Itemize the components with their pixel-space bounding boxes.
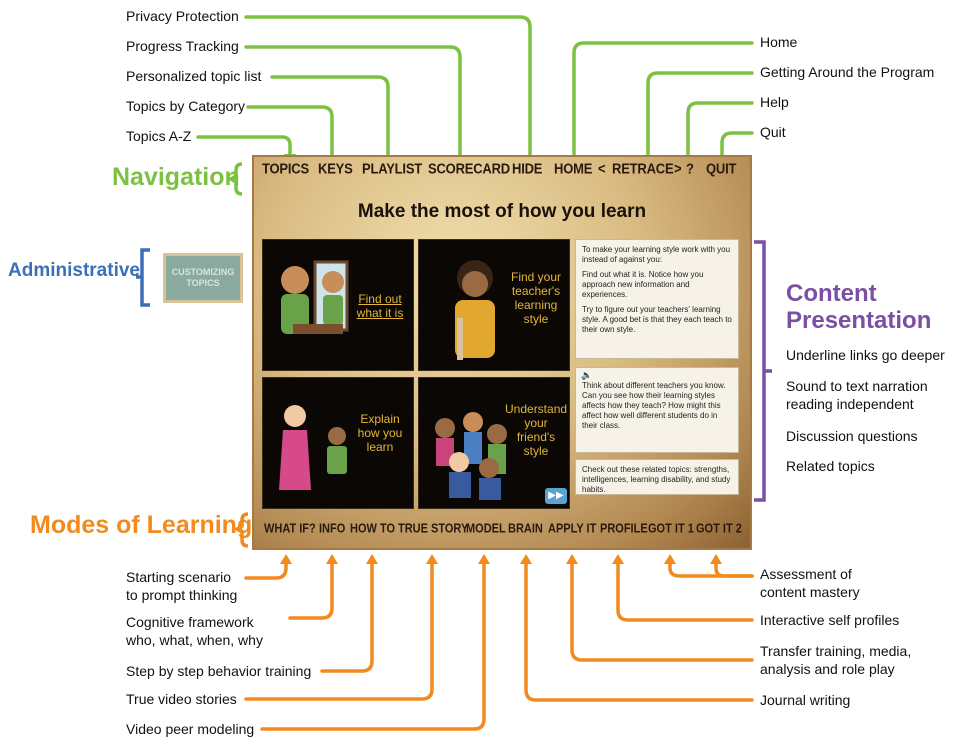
label-progress-tracking: Progress Tracking — [126, 38, 239, 54]
intro-text-3: Try to figure out your teachers' learnin… — [582, 305, 732, 334]
nav-back-arrow[interactable]: < — [598, 160, 606, 177]
page-title: Make the most of how you learn — [357, 201, 647, 222]
mode-whatif-button[interactable]: WHAT IF? — [264, 522, 316, 536]
nav-hide-button[interactable]: HIDE — [512, 160, 542, 177]
mode-profile-button[interactable]: PROFILE — [600, 522, 648, 536]
explain-text: Explain how you learn — [357, 412, 403, 454]
label-home: Home — [760, 34, 798, 50]
label-topics-by-category: Topics by Category — [126, 98, 246, 114]
label-assessment-1: Assessment of — [760, 566, 852, 582]
intro-text-2: Find out what it is. Notice how you appr… — [582, 270, 704, 299]
section-content-presentation: Content Presentation — [786, 280, 932, 334]
customizing-topics-button[interactable]: CUSTOMIZING TOPICS — [163, 253, 243, 303]
nav-scorecard-button[interactable]: SCORECARD — [428, 160, 510, 177]
section-modes-of-learning: Modes of Learning — [30, 511, 253, 539]
label-topics-a-z: Topics A-Z — [126, 128, 192, 144]
nav-retrace-button[interactable]: RETRACE — [612, 160, 674, 177]
label-privacy-protection: Privacy Protection — [126, 8, 239, 24]
panel-friend-style[interactable]: Understand your friend's style ▶▶ — [418, 377, 570, 509]
mode-truestory-button[interactable]: TRUE STORY — [398, 522, 468, 536]
label-starting-scenario-1: Starting scenario — [126, 569, 232, 585]
mode-gotit1-button[interactable]: GOT IT 1 — [648, 522, 694, 536]
label-step-by-step: Step by step behavior training — [126, 663, 312, 679]
nav-bar: TOPICS KEYS PLAYLIST SCORECARD HIDE HOME… — [252, 160, 752, 185]
modes-bar: WHAT IF? INFO HOW TO TRUE STORY MODEL BR… — [252, 520, 752, 544]
label-sound-narration-2: reading independent — [786, 396, 914, 412]
section-administrative: Administrative — [8, 260, 140, 281]
label-related-topics: Related topics — [786, 458, 875, 474]
section-navigation: Navigation — [112, 163, 240, 191]
label-help: Help — [760, 94, 789, 110]
nav-quit-button[interactable]: QUIT — [706, 160, 736, 177]
app-window: TOPICS KEYS PLAYLIST SCORECARD HIDE HOME… — [252, 155, 752, 550]
intro-text-1: To make your learning style work with yo… — [582, 245, 731, 264]
label-cognitive-2: who, what, when, why — [126, 632, 263, 648]
mode-howto-button[interactable]: HOW TO — [350, 522, 395, 536]
teacher-style-text: Find your teacher's learning style — [510, 270, 562, 326]
intro-textbox: To make your learning style work with yo… — [575, 239, 739, 359]
label-assessment-2: content mastery — [760, 584, 860, 600]
panel-teacher-style[interactable]: Find your teacher's learning style — [418, 239, 570, 371]
link-find-out[interactable]: Find out what it is — [351, 292, 409, 320]
mode-model-button[interactable]: MODEL — [466, 522, 506, 536]
discussion-textbox[interactable]: 🔈 Think about different teachers you kno… — [575, 367, 739, 453]
mode-info-button[interactable]: INFO — [319, 522, 345, 536]
related-text[interactable]: Check out these related topics: strength… — [582, 465, 732, 495]
next-arrow-button[interactable]: ▶▶ — [545, 488, 567, 504]
nav-topics-button[interactable]: TOPICS — [262, 160, 309, 177]
friend-style-text: Understand your friend's style — [505, 402, 568, 458]
label-self-profiles: Interactive self profiles — [760, 612, 900, 628]
label-personalized-topic-list: Personalized topic list — [126, 68, 262, 84]
nav-playlist-button[interactable]: PLAYLIST — [362, 160, 422, 177]
label-discussion-questions: Discussion questions — [786, 428, 918, 444]
label-underline-links: Underline links go deeper — [786, 347, 945, 363]
mode-gotit2-button[interactable]: GOT IT 2 — [696, 522, 742, 536]
label-transfer-2: analysis and role play — [760, 661, 895, 677]
panel-explain[interactable]: Explain how you learn — [262, 377, 414, 509]
mode-applyit-button[interactable]: APPLY IT — [548, 522, 596, 536]
mode-brain-button[interactable]: BRAIN — [508, 522, 543, 536]
nav-help-button[interactable]: ? — [686, 160, 694, 177]
label-journal-writing: Journal writing — [760, 692, 851, 708]
label-video-peer: Video peer modeling — [126, 721, 255, 737]
nav-keys-button[interactable]: KEYS — [318, 160, 353, 177]
discussion-text: Think about different teachers you know.… — [582, 381, 726, 430]
nav-home-button[interactable]: HOME — [554, 160, 592, 177]
nav-forward-arrow[interactable]: > — [674, 160, 682, 177]
label-sound-narration-1: Sound to text narration — [786, 378, 928, 394]
label-true-video: True video stories — [126, 691, 237, 707]
customizing-topics-label: CUSTOMIZING TOPICS — [171, 267, 235, 288]
label-starting-scenario-2: to prompt thinking — [126, 587, 238, 603]
label-cognitive-1: Cognitive framework — [126, 614, 254, 630]
label-transfer-1: Transfer training, media, — [760, 643, 912, 659]
speaker-icon[interactable]: 🔈 — [581, 370, 592, 380]
related-textbox: Check out these related topics: strength… — [575, 459, 739, 495]
panel-find-out[interactable]: Find out what it is — [262, 239, 414, 371]
label-getting-around: Getting Around the Program — [760, 64, 935, 80]
label-quit: Quit — [760, 124, 786, 140]
